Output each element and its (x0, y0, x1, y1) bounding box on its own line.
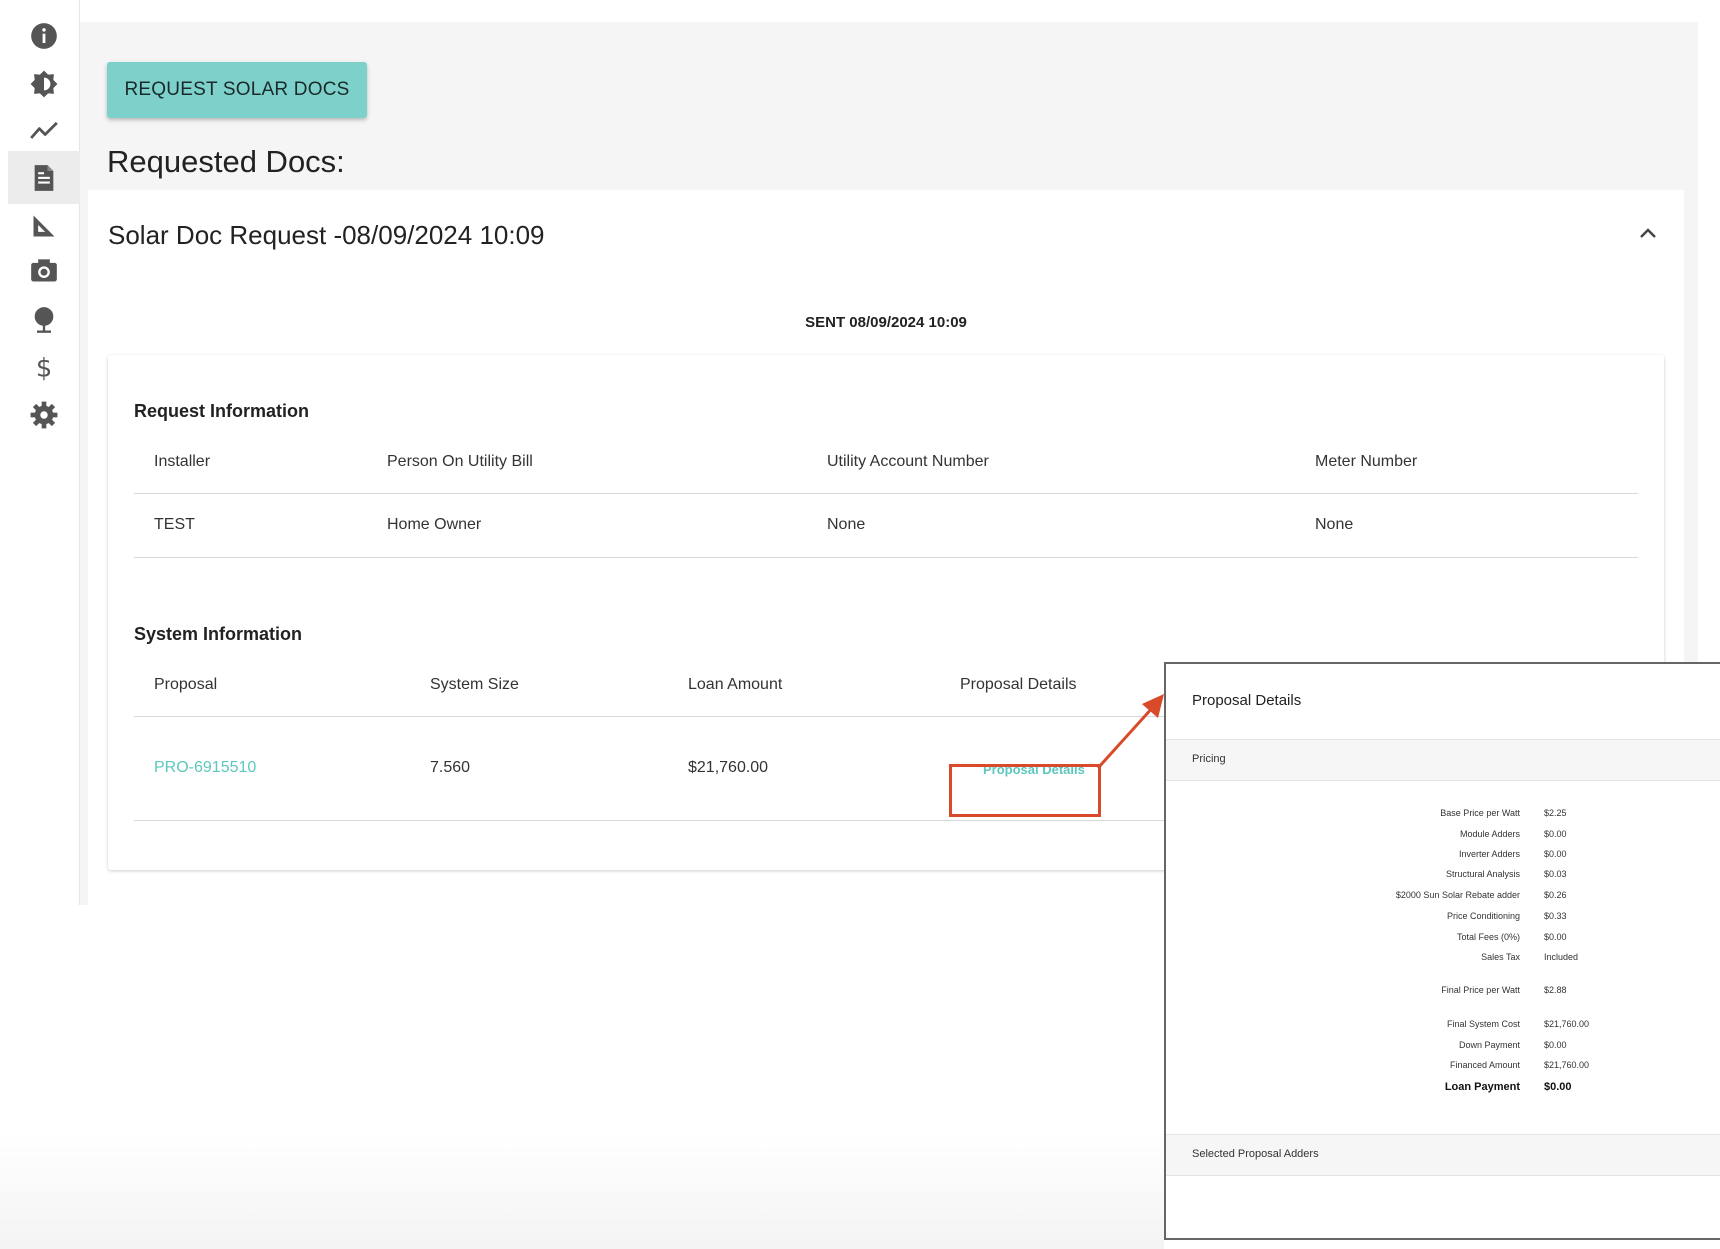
header-utility-account-number: Utility Account Number (827, 453, 989, 470)
document-icon (34, 164, 54, 191)
header-proposal: Proposal (154, 676, 218, 693)
pricing-row-label: Structural Analysis (1445, 869, 1520, 879)
pricing-row-label: $2000 Sun Solar Rebate adder (1395, 890, 1520, 900)
brightness-icon (30, 70, 58, 97)
pricing-row: Price Conditioning $0.33 (1166, 911, 1720, 927)
pricing-row: Inverter Adders $0.00 (1166, 849, 1720, 865)
request-solar-docs-button[interactable]: REQUEST SOLAR DOCS (107, 62, 367, 118)
svg-text:$: $ (36, 353, 52, 381)
proposal-link[interactable]: PRO-6915510 (154, 759, 256, 777)
pricing-row: Financed Amount $21,760.00 (1166, 1060, 1720, 1076)
sidebar-item-documents[interactable] (8, 151, 80, 204)
adders-label: Selected Proposal Adders (1192, 1148, 1319, 1160)
header-meter-number: Meter Number (1315, 453, 1418, 470)
adders-header: Selected Proposal Adders (1166, 1134, 1720, 1176)
header-installer: Installer (154, 453, 211, 470)
pricing-row-value: $0.03 (1544, 869, 1567, 879)
installer-value: TEST (154, 516, 195, 533)
pricing-row: Base Price per Watt $2.25 (1166, 808, 1720, 824)
sidebar-item-analytics[interactable] (8, 104, 80, 157)
sidebar: $ (0, 0, 80, 905)
sidebar-item-trees[interactable] (8, 293, 80, 346)
popup-title: Proposal Details (1192, 692, 1302, 709)
loan-amount-value: $21,760.00 (688, 759, 769, 776)
header-proposal-details: Proposal Details (960, 676, 1077, 693)
chevron-up-icon[interactable] (1638, 226, 1658, 240)
pricing-row-value: $21,760.00 (1544, 1060, 1590, 1070)
requested-docs-title: Requested Docs: (107, 144, 345, 179)
pricing-row-label: Loan Payment (1444, 1081, 1520, 1093)
request-info-data-row: TEST Home Owner None None (134, 494, 1638, 558)
pricing-row-value: $0.00 (1544, 1081, 1572, 1093)
system-information-title: System Information (134, 624, 303, 644)
sidebar-item-photos[interactable] (8, 244, 80, 297)
pricing-row: Down Payment $0.00 (1166, 1040, 1720, 1056)
sidebar-item-info[interactable] (8, 9, 80, 62)
highlight-box (949, 764, 1101, 817)
pricing-row-value: $0.00 (1544, 932, 1567, 942)
sidebar-item-finance[interactable]: $ (8, 340, 80, 393)
pricing-row-value: $2.25 (1544, 808, 1567, 818)
annotation-arrow (1096, 694, 1164, 770)
request-information-title: Request Information (134, 401, 310, 421)
card-title: Solar Doc Request -08/09/2024 10:09 (108, 220, 545, 250)
sidebar-item-brightness[interactable] (8, 57, 80, 110)
trend-line-icon (30, 121, 58, 139)
pricing-row-label: Inverter Adders (1458, 849, 1520, 859)
pricing-row-label: Module Adders (1459, 829, 1520, 839)
pricing-header: Pricing (1166, 739, 1720, 781)
pricing-row-label: Final Price per Watt (1441, 985, 1520, 995)
utility-account-number-value: None (827, 516, 866, 533)
pricing-row-label: Financed Amount (1449, 1060, 1520, 1070)
pricing-row-value: $2.88 (1544, 985, 1567, 995)
meter-number-value: None (1315, 516, 1354, 533)
info-icon (31, 22, 57, 49)
pricing-row-label: Price Conditioning (1446, 911, 1520, 921)
pricing-row-value: $0.33 (1544, 911, 1567, 921)
pricing-row: Sales Tax Included (1166, 952, 1720, 968)
tree-icon (34, 306, 54, 333)
dollar-icon: $ (36, 353, 52, 381)
pricing-row: Module Adders $0.00 (1166, 829, 1720, 845)
pricing-row: Structural Analysis $0.03 (1166, 869, 1720, 885)
camera-icon (31, 258, 57, 281)
gear-icon (30, 401, 58, 428)
pricing-row-label: Sales Tax (1481, 952, 1520, 962)
header-system-size: System Size (430, 676, 519, 693)
request-info-header-row: Installer Person On Utility Bill Utility… (134, 435, 1638, 494)
proposal-details-popup: Proposal Details Pricing Base Price per … (1164, 662, 1720, 1240)
pricing-row: Loan Payment $0.00 (1166, 1081, 1720, 1097)
pricing-row-value: $0.00 (1544, 829, 1567, 839)
ruler-triangle-icon (33, 215, 55, 236)
page-footer-area (0, 1130, 1164, 1249)
pricing-row-label: Base Price per Watt (1440, 808, 1520, 818)
sent-timestamp: SENT 08/09/2024 10:09 (805, 314, 967, 331)
pricing-row-label: Final System Cost (1446, 1019, 1520, 1029)
pricing-row: Final System Cost $21,760.00 (1166, 1019, 1720, 1035)
pricing-row-value: $0.26 (1544, 890, 1567, 900)
pricing-row: Total Fees (0%) $0.00 (1166, 932, 1720, 948)
pricing-row-value: $21,760.00 (1544, 1019, 1590, 1029)
pricing-row-label: Down Payment (1458, 1040, 1520, 1050)
pricing-row: Final Price per Watt $2.88 (1166, 985, 1720, 1001)
pricing-row-value: $0.00 (1544, 849, 1567, 859)
sidebar-item-settings[interactable] (8, 388, 80, 441)
header-loan-amount: Loan Amount (688, 676, 783, 693)
system-size-value: 7.560 (430, 759, 471, 776)
pricing-row-value: $0.00 (1544, 1040, 1567, 1050)
page: $ REQUEST SOLAR DOCS Requested Docs: Sol… (0, 0, 1720, 1249)
header-person-on-utility-bill: Person On Utility Bill (387, 453, 533, 470)
pricing-row-label: Total Fees (0%) (1456, 932, 1520, 942)
person-on-utility-bill-value: Home Owner (387, 516, 482, 533)
pricing-label: Pricing (1192, 753, 1226, 765)
pricing-row-value: Included (1544, 952, 1579, 962)
pricing-row: $2000 Sun Solar Rebate adder $0.26 (1166, 890, 1720, 906)
